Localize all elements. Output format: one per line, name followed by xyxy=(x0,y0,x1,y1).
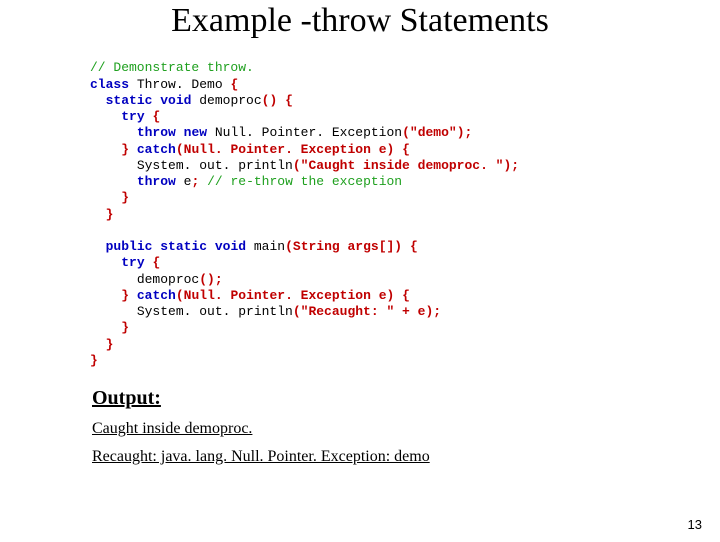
kw-void: void xyxy=(215,239,246,254)
brace-close: } xyxy=(106,207,114,222)
brace-close: } xyxy=(106,337,114,352)
kw-public: public xyxy=(106,239,153,254)
class-name: Throw. Demo xyxy=(129,77,230,92)
args: ("demo") xyxy=(402,125,464,140)
brace-open: { xyxy=(230,77,238,92)
brace-open: { xyxy=(152,109,160,124)
semicolon: ; xyxy=(465,125,473,140)
kw-class: class xyxy=(90,77,129,92)
brace-close: } xyxy=(121,288,129,303)
semicolon: ; xyxy=(215,272,223,287)
code-block: // Demonstrate throw. class Throw. Demo … xyxy=(90,44,720,369)
kw-new: new xyxy=(184,125,207,140)
main-name: main xyxy=(246,239,285,254)
brace-close: } xyxy=(90,353,98,368)
kw-catch: catch xyxy=(137,142,176,157)
brace-open: { xyxy=(402,288,410,303)
output-line-2: Recaught: java. lang. Null. Pointer. Exc… xyxy=(92,448,720,466)
rethrow-var: e xyxy=(176,174,192,189)
paren: () xyxy=(262,93,278,108)
method-name: demoproc xyxy=(191,93,261,108)
output-line-1: Caught inside demoproc. xyxy=(92,420,720,438)
semicolon: ; xyxy=(191,174,199,189)
println: System. out. println xyxy=(137,158,293,173)
call-demoproc: demoproc xyxy=(137,272,199,287)
main-args: (String args[]) xyxy=(285,239,402,254)
println: System. out. println xyxy=(137,304,293,319)
output-label: Output: xyxy=(92,387,720,410)
slide-title: Example -throw Statements xyxy=(0,2,720,40)
semicolon: ; xyxy=(433,304,441,319)
kw-void: void xyxy=(160,93,191,108)
kw-static: static xyxy=(160,239,207,254)
brace-open: { xyxy=(285,93,293,108)
println-args: ("Recaught: " + e) xyxy=(293,304,433,319)
brace-close: } xyxy=(121,190,129,205)
brace-open: { xyxy=(152,255,160,270)
kw-throw: throw xyxy=(137,174,176,189)
semicolon: ; xyxy=(511,158,519,173)
kw-throw: throw xyxy=(137,125,176,140)
brace-open: { xyxy=(402,142,410,157)
page-number: 13 xyxy=(688,517,702,532)
comment: // re-throw the exception xyxy=(207,174,402,189)
kw-static: static xyxy=(106,93,153,108)
brace-open: { xyxy=(410,239,418,254)
kw-try: try xyxy=(121,255,144,270)
catch-args: (Null. Pointer. Exception e) xyxy=(176,142,394,157)
kw-catch: catch xyxy=(137,288,176,303)
brace-close: } xyxy=(121,320,129,335)
catch-args: (Null. Pointer. Exception e) xyxy=(176,288,394,303)
output-section: Output: Caught inside demoproc. Recaught… xyxy=(92,387,720,466)
comment: // Demonstrate throw. xyxy=(90,60,254,75)
kw-try: try xyxy=(121,109,144,124)
println-args: ("Caught inside demoproc. ") xyxy=(293,158,511,173)
npe-type: Null. Pointer. Exception xyxy=(207,125,402,140)
paren: () xyxy=(199,272,215,287)
brace-close: } xyxy=(121,142,129,157)
